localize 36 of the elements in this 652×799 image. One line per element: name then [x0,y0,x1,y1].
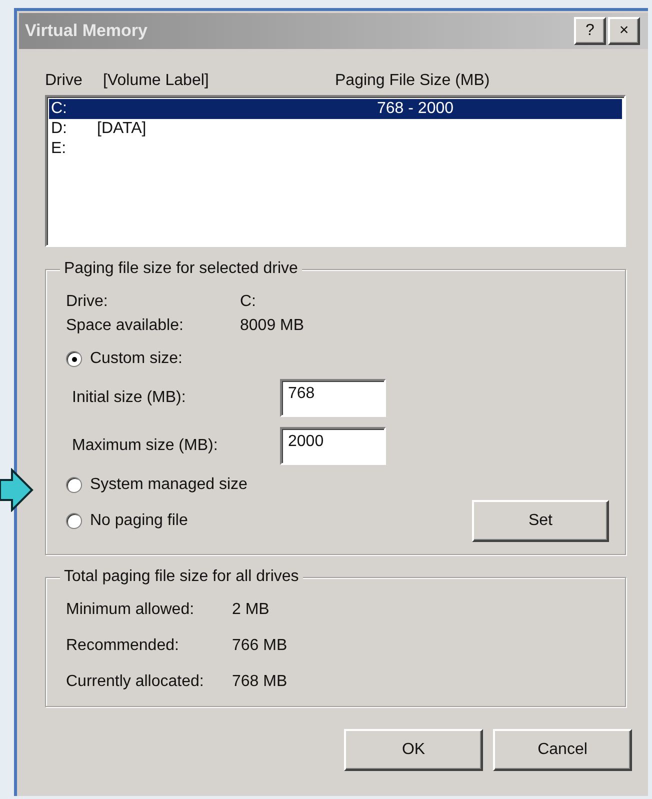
info-label: Space available: [66,317,184,335]
input-field[interactable]: 768 [280,379,386,417]
info-label: Recommended: [66,637,180,655]
drive-row[interactable]: D: [DATA] [49,119,622,139]
close-button[interactable]: × [608,17,640,45]
radio-label[interactable]: System managed size [90,476,248,494]
info-value: 8009 MB [240,317,304,335]
info-value: C: [240,293,256,311]
radio-button[interactable] [66,477,82,493]
info-value: 2 MB [232,601,270,619]
info-label: Minimum allowed: [66,601,196,619]
column-header: [Volume Label] [103,72,210,90]
dialog-button[interactable]: Cancel [493,729,632,771]
column-header: Paging File Size (MB) [335,72,490,90]
group-title: Paging file size for selected drive [60,260,302,278]
info-label: Drive: [66,293,109,311]
field-label: Initial size (MB): [71,389,187,407]
radio-button[interactable] [66,351,82,367]
drive-list[interactable]: C: 768 - 2000 D: [DATA] E: [45,95,626,247]
info-label: Currently allocated: [66,673,205,691]
radio-button[interactable] [66,513,82,529]
help-button[interactable]: ? [574,17,606,45]
window-title: Virtual Memory [25,21,149,41]
input-field[interactable]: 2000 [280,427,386,465]
arrow-icon [0,468,34,512]
dialog-button[interactable]: OK [344,729,483,771]
set-button[interactable]: Set [472,500,609,542]
field-label: Maximum size (MB): [71,437,219,455]
radio-label[interactable]: No paging file [90,512,188,530]
radio-label[interactable]: Custom size: [90,350,182,368]
drive-row[interactable]: C: 768 - 2000 [49,99,622,119]
column-header: Drive [45,72,84,90]
info-value: 768 MB [232,673,288,691]
info-value: 766 MB [232,637,288,655]
group-title: Total paging file size for all drives [60,568,303,586]
drive-row[interactable]: E: [49,139,622,159]
